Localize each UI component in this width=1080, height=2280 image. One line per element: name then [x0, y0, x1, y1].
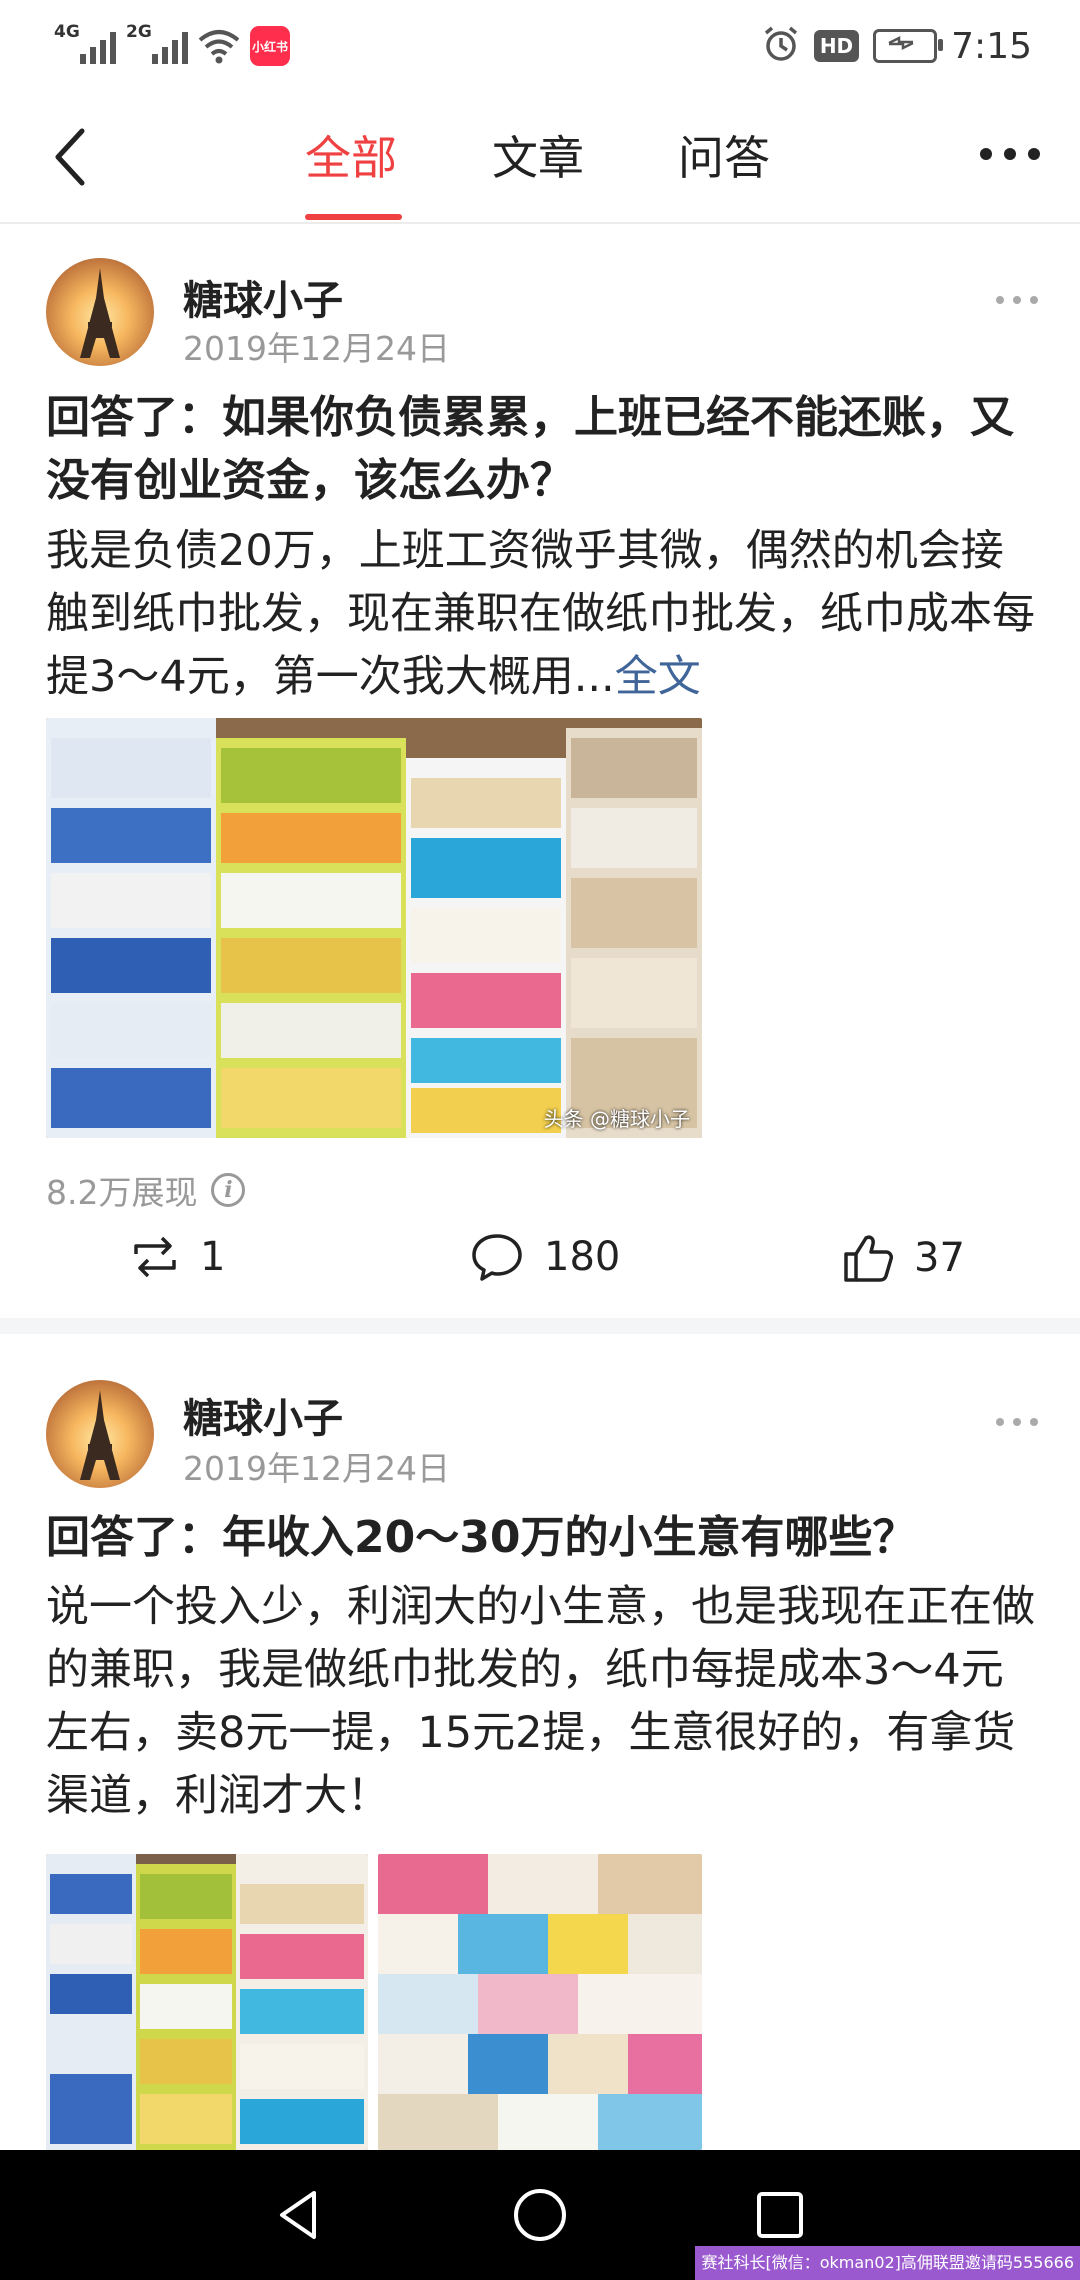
signal-label: 4G	[54, 22, 80, 42]
post-body-text: 我是负债20万，上班工资微乎其微，偶然的机会接触到纸巾批发，现在兼职在做纸巾批发…	[46, 526, 1035, 702]
post-title[interactable]: 回答了：如果你负债累累，上班已经不能还账，又没有创业资金，该怎么办？	[46, 386, 1036, 512]
post-date: 2019年12月24日	[183, 1449, 450, 1488]
thumbs-up-icon	[844, 1235, 893, 1282]
post-divider	[0, 1318, 1080, 1334]
signal-label: 2G	[126, 22, 152, 42]
more-horizontal-icon	[996, 296, 1004, 304]
tab-articles[interactable]: 文章	[492, 122, 584, 188]
comment-icon	[472, 1234, 522, 1281]
tab-all[interactable]: 全部	[305, 122, 397, 188]
more-horizontal-icon	[980, 148, 992, 160]
post-image[interactable]: 头条 @糖球小子	[46, 718, 702, 1138]
repost-button[interactable]: 1	[130, 1232, 225, 1282]
square-recents-icon	[757, 2192, 803, 2238]
info-icon[interactable]: i	[211, 1173, 246, 1207]
post-title[interactable]: 回答了：年收入20～30万的小生意有哪些？	[46, 1506, 1036, 1569]
image-watermark: 头条 @糖球小子	[543, 1107, 690, 1131]
like-count: 37	[914, 1235, 965, 1281]
post-body[interactable]: 我是负债20万，上班工资微乎其微，偶然的机会接触到纸巾批发，现在兼职在做纸巾批发…	[46, 520, 1036, 709]
like-button[interactable]: 37	[842, 1232, 965, 1284]
post-more-button[interactable]	[996, 1418, 1038, 1426]
eiffel-tower-image	[80, 268, 120, 358]
view-count: 8.2万展现 i	[46, 1166, 246, 1214]
circle-home-icon	[514, 2189, 566, 2241]
full-text-link[interactable]: 全文	[615, 652, 701, 702]
feed-post[interactable]: 糖球小子 2019年12月24日 回答了：如果你负债累累，上班已经不能还账，又没…	[0, 224, 1080, 1314]
hd-icon: HD	[813, 30, 860, 62]
battery-icon	[873, 29, 944, 63]
app-notification-icon: 小红书	[250, 26, 290, 66]
more-options-button[interactable]	[980, 148, 1040, 160]
system-nav-bar: 赛社科长[微信：okman02]高佣联盟邀请码555666	[0, 2150, 1080, 2280]
tissue-boxes-photo	[378, 1854, 702, 2150]
post-date: 2019年12月24日	[183, 329, 450, 368]
post-body[interactable]: 说一个投入少，利润大的小生意，也是我现在正在做的兼职，我是做纸巾批发的，纸巾每提…	[46, 1576, 1036, 1828]
post-more-button[interactable]	[996, 296, 1038, 304]
status-right: HD 7:15	[762, 18, 1032, 74]
signal-4g-icon: 4G	[54, 22, 116, 64]
avatar[interactable]	[46, 258, 154, 366]
nav-home-button[interactable]	[505, 2180, 575, 2250]
tissue-stack-photo	[46, 1854, 368, 2150]
overlay-watermark: 赛社科长[微信：okman02]高佣联盟邀请码555666	[695, 2246, 1080, 2280]
nav-recents-button[interactable]	[745, 2180, 815, 2250]
author-name[interactable]: 糖球小子	[183, 268, 343, 326]
comment-count: 180	[544, 1234, 621, 1280]
more-horizontal-icon	[996, 1418, 1004, 1426]
feed-post[interactable]: 糖球小子 2019年12月24日 回答了：年收入20～30万的小生意有哪些？ 说…	[0, 1334, 1080, 2150]
tab-qa[interactable]: 问答	[678, 122, 770, 188]
status-left: 4G 2G 小红书	[54, 20, 290, 72]
view-count-text: 8.2万展现	[46, 1173, 198, 1212]
author-name[interactable]: 糖球小子	[183, 1386, 343, 1444]
comment-button[interactable]: 180	[470, 1232, 620, 1282]
eiffel-tower-image	[80, 1390, 120, 1480]
triangle-back-icon	[280, 2191, 316, 2239]
repost-icon	[134, 1236, 176, 1278]
tissue-stack-photo	[46, 718, 702, 1138]
post-image[interactable]	[46, 1854, 368, 2150]
status-bar: 4G 2G 小红书 HD 7:15	[0, 0, 1080, 92]
post-image[interactable]	[378, 1854, 702, 2150]
alarm-icon	[762, 25, 800, 67]
nav-back-button[interactable]	[265, 2180, 335, 2250]
active-tab-indicator	[305, 214, 402, 220]
signal-2g-icon: 2G	[126, 22, 188, 64]
top-nav: 全部 文章 问答	[0, 92, 1080, 224]
wifi-icon	[198, 28, 240, 64]
repost-count: 1	[200, 1234, 226, 1280]
tab-bar: 全部 文章 问答	[0, 92, 1080, 222]
avatar[interactable]	[46, 1380, 154, 1488]
clock: 7:15	[951, 25, 1032, 67]
